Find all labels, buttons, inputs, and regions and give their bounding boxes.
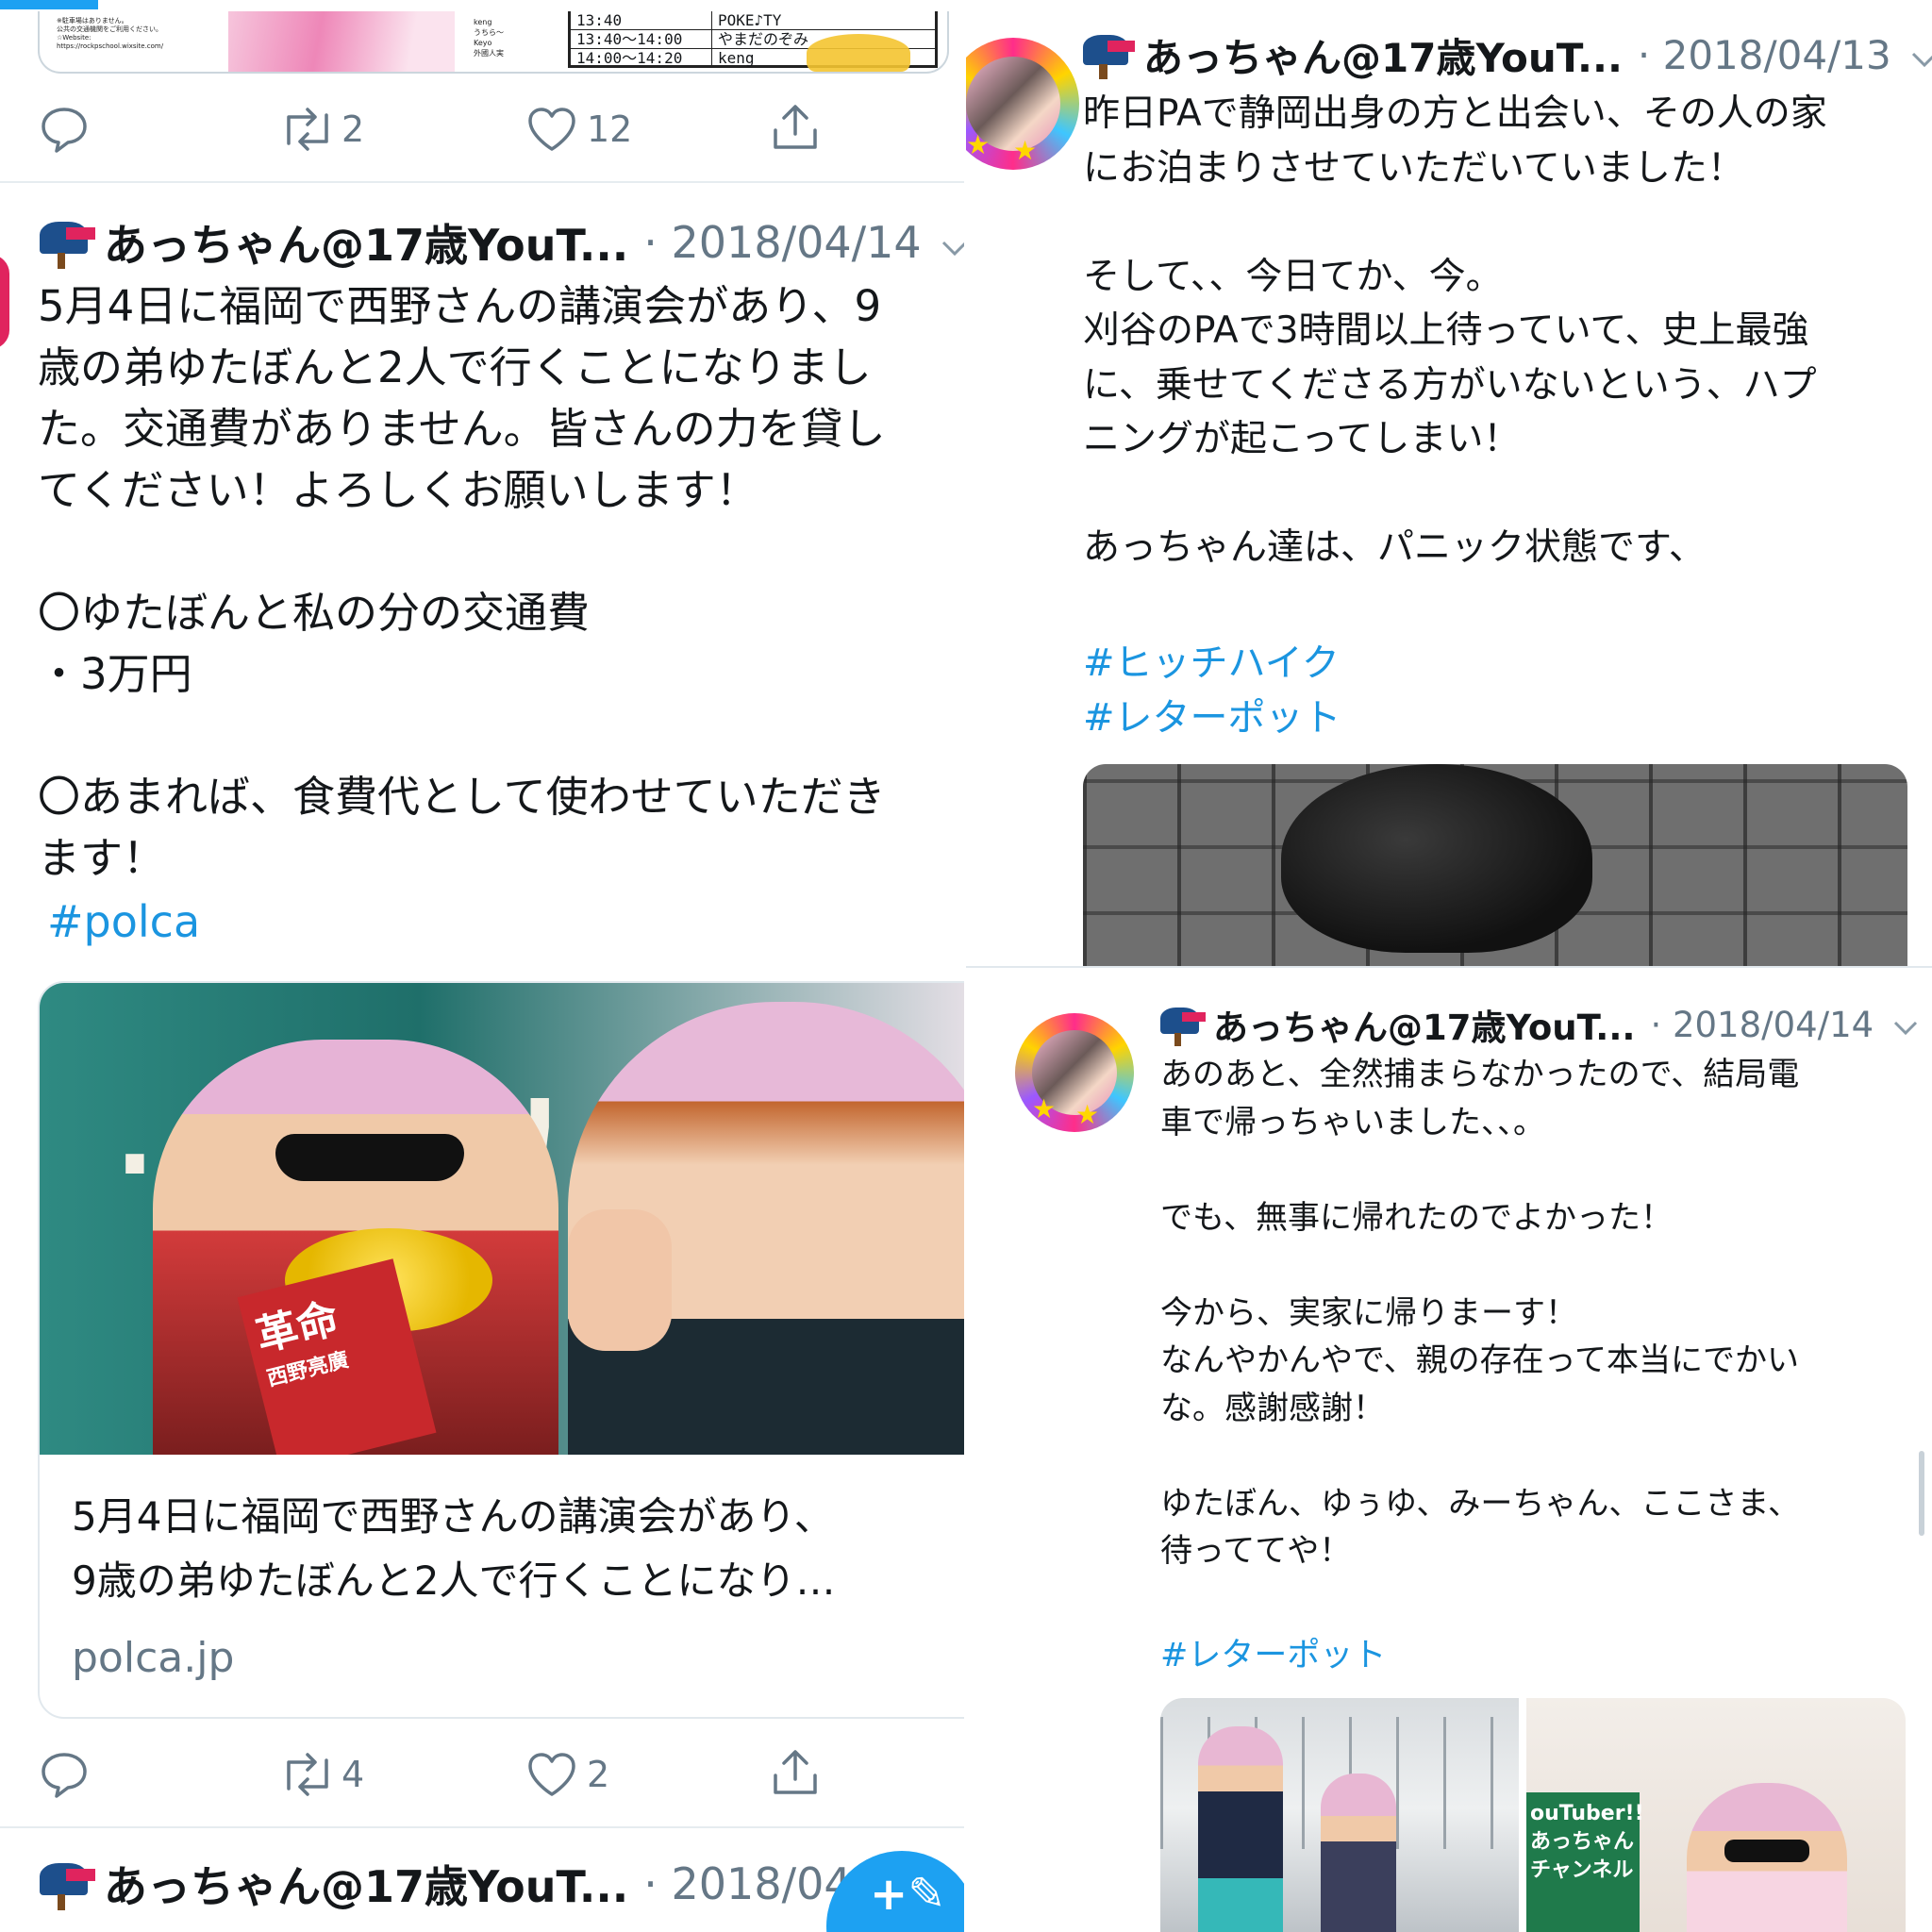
- tweet4-body: 昨日PAで静岡出身の方と出会い、その人の家 にお泊まりさせていただいていました！…: [1083, 92, 1827, 569]
- avatar[interactable]: ★ ★: [1015, 1013, 1134, 1132]
- tweet-date[interactable]: · 2018/04/14: [1650, 1005, 1874, 1045]
- share-icon: [770, 1747, 821, 1798]
- tweet-divider: [0, 181, 966, 183]
- tweet1-attachment[interactable]: ※駐車場はありません。 公共の交通機関をご利用ください。 ☆Website: h…: [38, 11, 949, 74]
- tweet-date[interactable]: · 2018/04: [643, 1858, 851, 1909]
- tweet3-header[interactable]: あっちゃん@17歳YouT... · 2018/04: [40, 1851, 852, 1917]
- like-icon: [526, 106, 577, 153]
- like-icon: [526, 1751, 577, 1798]
- like-button[interactable]: 12: [526, 106, 632, 153]
- attachment-illustration: [228, 11, 455, 72]
- person-figure: [1198, 1726, 1283, 1932]
- card-domain: polca.jp: [72, 1634, 235, 1682]
- reply-icon: [40, 1751, 89, 1798]
- mailbox-icon: [40, 1857, 98, 1910]
- scrollbar[interactable]: [1919, 1451, 1924, 1536]
- link-card[interactable]: ...ber!! 革命 西野亮廣 5月4日に福岡で西野さんの講演会があり、 9歳…: [38, 981, 966, 1719]
- retweet-icon: [279, 1751, 336, 1798]
- tweet-divider: [0, 1826, 966, 1828]
- hashtag-link[interactable]: #レターポット: [1083, 687, 1341, 741]
- share-button[interactable]: [770, 1747, 821, 1798]
- share-button[interactable]: [770, 102, 821, 153]
- like-count: 12: [587, 108, 633, 150]
- tweet2-header[interactable]: あっちゃん@17歳YouT... · 2018/04/14: [40, 209, 966, 275]
- tweet-date[interactable]: · 2018/04/13: [1638, 32, 1891, 78]
- hashtag-link[interactable]: #ヒッチハイク: [1083, 632, 1340, 687]
- retweet-button[interactable]: 4: [279, 1751, 364, 1798]
- retweet-count: 2: [341, 108, 365, 150]
- tweet5-photo-left[interactable]: [1160, 1698, 1519, 1932]
- black-cap: [1281, 764, 1592, 953]
- chevron-down-icon[interactable]: [941, 217, 966, 268]
- display-name[interactable]: あっちゃん@17歳YouT...: [104, 211, 628, 274]
- tweet5-photo-right[interactable]: ouTuber!! あっちゃん チャンネル: [1526, 1698, 1906, 1932]
- right-top-screenshot: ★ ★ あっちゃん@17歳YouT... · 2018/04/13 昨日PAで静…: [966, 0, 1932, 966]
- mailbox-icon: [40, 216, 98, 269]
- display-name[interactable]: あっちゃん@17歳YouT...: [1143, 26, 1623, 84]
- card-title: 5月4日に福岡で西野さんの講演会があり、 9歳の弟ゆたぼんと2人で行くことになり…: [72, 1493, 836, 1604]
- display-name[interactable]: あっちゃん@17歳YouT...: [104, 1853, 628, 1915]
- like-button[interactable]: 2: [526, 1751, 609, 1798]
- yellow-hand-doodle: [807, 34, 910, 72]
- tweet5-body: あのあと、全然捕まらなかったので、結局電 車で帰っちゃいました、、。 でも、無事…: [1160, 1056, 1800, 1570]
- mailbox-icon: [1160, 1003, 1208, 1046]
- mailbox-icon: [1083, 30, 1138, 79]
- reply-button[interactable]: [40, 1751, 89, 1798]
- schedule-row: 13:40 POKE♪TY: [571, 11, 935, 30]
- avatar[interactable]: ★ ★: [966, 38, 1079, 170]
- chevron-down-icon[interactable]: [1892, 1005, 1919, 1045]
- display-name[interactable]: あっちゃん@17歳YouT...: [1213, 999, 1635, 1050]
- reply-button[interactable]: [40, 106, 89, 153]
- attachment-notes: ※駐車場はありません。 公共の交通機関をご利用ください。 ☆Website: h…: [57, 17, 164, 50]
- child-figure: [1321, 1774, 1396, 1932]
- tweet5-header[interactable]: あっちゃん@17歳YouT... · 2018/04/14: [1160, 998, 1919, 1051]
- tweet-date[interactable]: · 2018/04/14: [643, 217, 921, 268]
- tweet4-header[interactable]: あっちゃん@17歳YouT... · 2018/04/13: [1083, 25, 1932, 85]
- retweet-count: 4: [341, 1754, 365, 1795]
- hashtag-link[interactable]: #レターポット: [1160, 1628, 1386, 1676]
- share-icon: [770, 102, 821, 153]
- panel-separator: [966, 966, 1932, 979]
- right-bottom-screenshot: ★ ★ あっちゃん@17歳YouT... · 2018/04/14 あのあと、全…: [966, 979, 1932, 1932]
- compose-icon: +✎: [870, 1868, 946, 1921]
- loading-progress: [0, 0, 98, 9]
- card-image: ...ber!! 革命 西野亮廣: [40, 983, 966, 1455]
- schedule-table: 13:40 POKE♪TY 13:40〜14:00 やまだのぞみ 14:00〜1…: [568, 11, 938, 72]
- tweet2-body: 5月4日に福岡で西野さんの講演会があり、9 歳の弟ゆたぼんと2人で行くことになり…: [38, 281, 886, 883]
- kid-sunglasses: [1724, 1840, 1809, 1862]
- retweet-button[interactable]: 2: [279, 106, 364, 153]
- chevron-down-icon[interactable]: [1910, 32, 1932, 78]
- thumb-hand: [568, 1209, 672, 1351]
- hashtag-link[interactable]: #polca: [47, 896, 200, 947]
- left-screenshot: ※駐車場はありません。 公共の交通機関をご利用ください。 ☆Website: h…: [0, 0, 966, 1932]
- reply-icon: [40, 106, 89, 153]
- avatar-edge: [0, 255, 9, 349]
- green-sign: ouTuber!! あっちゃん チャンネル: [1526, 1792, 1644, 1932]
- sunglasses: [275, 1134, 464, 1181]
- tweet4-photo[interactable]: [1083, 764, 1907, 966]
- retweet-icon: [279, 106, 336, 153]
- attachment-list: keng うちら〜 Keyo 外國人実: [474, 18, 504, 58]
- like-count: 2: [587, 1754, 610, 1795]
